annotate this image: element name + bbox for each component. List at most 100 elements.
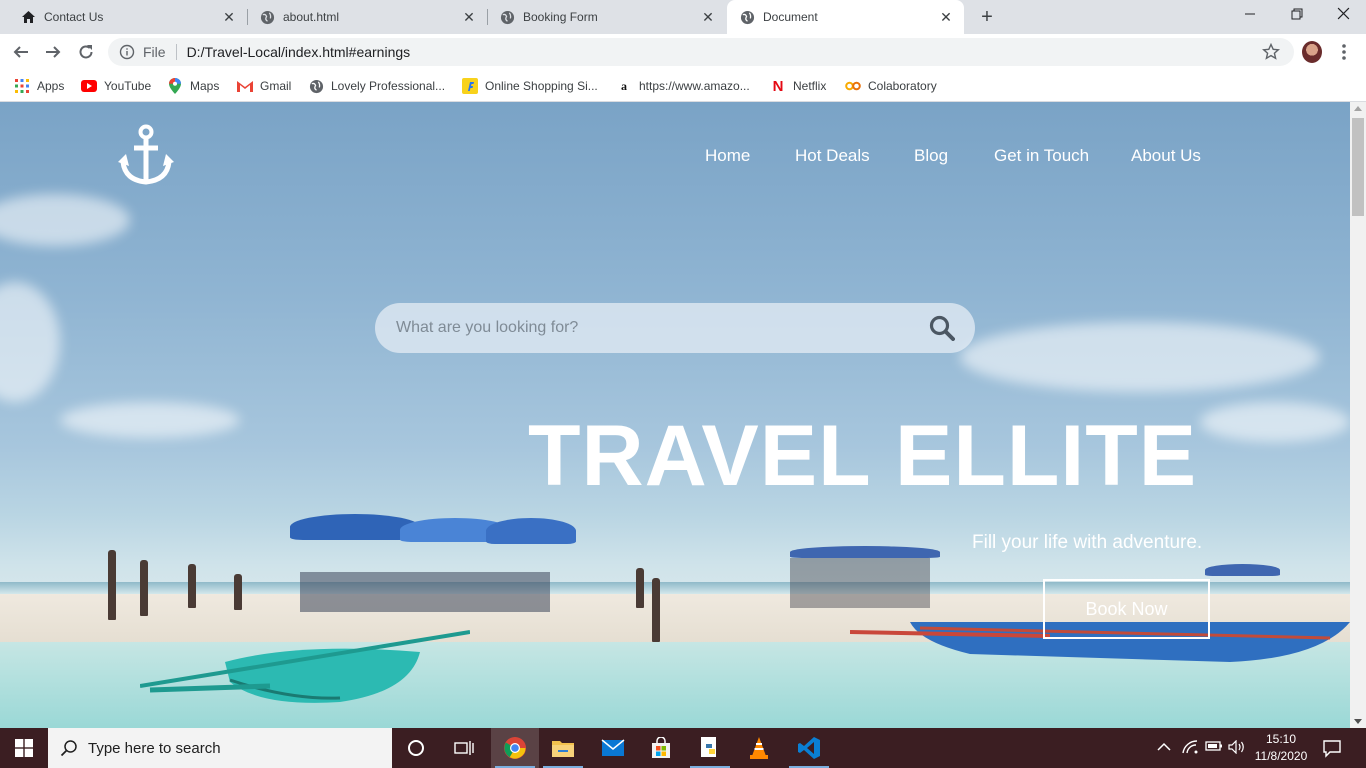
hero-tagline: Fill your life with adventure. — [972, 532, 1203, 553]
nav-get-in-touch[interactable]: Get in Touch — [994, 146, 1089, 166]
task-view-button[interactable] — [440, 728, 488, 768]
profile-avatar[interactable] — [1302, 41, 1322, 63]
store-bag-icon — [652, 737, 670, 758]
tab-title: Contact Us — [44, 10, 104, 24]
page-scrollbar[interactable] — [1350, 102, 1366, 728]
taskbar-vscode[interactable] — [785, 728, 833, 768]
person — [188, 564, 196, 608]
close-window-button[interactable] — [1331, 4, 1355, 26]
cloud — [0, 194, 130, 246]
taskbar-vlc[interactable] — [735, 728, 783, 768]
wifi-icon[interactable] — [1182, 740, 1198, 757]
close-icon[interactable]: ✕ — [700, 9, 716, 25]
nav-hot-deals[interactable]: Hot Deals — [795, 146, 870, 166]
bookmark-star-icon[interactable] — [1262, 43, 1280, 61]
battery-icon[interactable] — [1205, 740, 1223, 755]
close-icon[interactable]: ✕ — [461, 9, 477, 25]
forward-button[interactable] — [41, 40, 65, 64]
globe-icon — [308, 78, 324, 94]
minimize-button[interactable] — [1238, 4, 1262, 26]
nav-home[interactable]: Home — [705, 146, 750, 166]
back-button[interactable] — [9, 40, 33, 64]
taskbar-python[interactable] — [686, 728, 734, 768]
reload-icon — [79, 45, 93, 59]
task-view-icon — [454, 741, 474, 755]
taskbar-search-box[interactable]: Type here to search — [48, 728, 392, 768]
windows-taskbar: Type here to search 15:10 11/8/2020 — [0, 728, 1366, 768]
new-tab-button[interactable]: + — [976, 6, 998, 28]
maps-icon — [167, 78, 183, 94]
nav-about-us[interactable]: About Us — [1131, 146, 1201, 166]
arrow-right-icon — [46, 46, 61, 58]
beach-canopy — [790, 546, 940, 558]
action-center-icon[interactable] — [1322, 738, 1342, 758]
close-icon[interactable]: ✕ — [221, 9, 237, 25]
close-icon[interactable]: ✕ — [938, 9, 954, 25]
cloud — [1200, 402, 1350, 442]
clock-time: 15:10 — [1265, 732, 1297, 746]
nav-blog[interactable]: Blog — [914, 146, 948, 166]
site-search-input[interactable]: What are you looking for? — [375, 303, 975, 353]
arrow-left-icon — [13, 46, 28, 58]
start-button[interactable] — [0, 728, 48, 768]
bookmark-lovely-professional[interactable]: Lovely Professional... — [308, 77, 445, 95]
system-clock[interactable]: 15:10 11/8/2020 — [1248, 731, 1314, 765]
show-hidden-icons-chevron-icon[interactable] — [1157, 740, 1171, 755]
scroll-up-arrow-icon[interactable] — [1354, 106, 1362, 111]
tab-document[interactable]: Document ✕ — [727, 0, 964, 34]
address-bar[interactable]: File D:/Travel-Local/index.html#earnings — [108, 38, 1294, 66]
tab-title: Document — [763, 10, 818, 24]
taskbar-mail[interactable] — [589, 728, 637, 768]
anchor-logo-icon[interactable] — [118, 124, 174, 186]
bookmark-youtube[interactable]: YouTube — [81, 77, 151, 95]
restore-button[interactable] — [1285, 4, 1309, 26]
bookmark-label: Lovely Professional... — [331, 79, 446, 93]
tab-booking-form[interactable]: Booking Form ✕ — [487, 0, 726, 34]
bookmark-online-shopping[interactable]: Online Shopping Si... — [462, 77, 598, 95]
globe-icon — [499, 9, 515, 25]
bookmark-label: Apps — [37, 79, 65, 93]
tab-title: Booking Form — [523, 10, 598, 24]
person — [140, 560, 148, 616]
bookmark-label: Online Shopping Si... — [485, 79, 598, 93]
bookmark-apps[interactable]: Apps — [14, 77, 64, 95]
cortana-button[interactable] — [392, 728, 440, 768]
person — [652, 578, 660, 642]
scroll-down-arrow-icon[interactable] — [1354, 719, 1362, 724]
mail-icon — [601, 739, 625, 756]
taskbar-store[interactable] — [637, 728, 685, 768]
bookmark-label: Gmail — [260, 79, 292, 93]
bookmark-amazon[interactable]: a https://www.amazo... — [616, 77, 750, 95]
python-file-icon — [701, 737, 716, 757]
chrome-icon — [504, 737, 526, 759]
crowd — [300, 572, 550, 612]
tab-contact-us[interactable]: Contact Us ✕ — [0, 0, 248, 34]
browser-tab-bar: Contact Us ✕ about.html ✕ Booking Form ✕… — [0, 0, 1366, 34]
folder-icon — [552, 741, 574, 757]
amazon-icon: a — [621, 78, 627, 93]
bookmark-maps[interactable]: Maps — [167, 77, 219, 95]
bookmark-label: Netflix — [793, 79, 827, 93]
book-now-button[interactable]: Book Now — [1043, 579, 1210, 639]
cloud — [60, 402, 240, 438]
bookmark-netflix[interactable]: N Netflix — [770, 77, 827, 95]
vscode-icon — [798, 737, 820, 759]
youtube-icon — [81, 78, 97, 94]
hero-title: TRAVEL ELLITE — [528, 408, 1198, 504]
more-vert-icon[interactable] — [1336, 43, 1352, 61]
bookmark-label: YouTube — [104, 79, 152, 93]
url-text[interactable]: D:/Travel-Local/index.html#earnings — [187, 44, 411, 60]
info-icon[interactable] — [119, 44, 135, 60]
vlc-cone-icon — [750, 737, 768, 759]
scrollbar-thumb[interactable] — [1352, 118, 1364, 216]
search-icon[interactable] — [929, 315, 955, 341]
reload-button[interactable] — [74, 40, 98, 64]
bookmark-gmail[interactable]: Gmail — [237, 77, 291, 95]
taskbar-file-explorer[interactable] — [539, 728, 587, 768]
person — [234, 574, 242, 610]
volume-icon[interactable] — [1228, 739, 1246, 757]
tab-about[interactable]: about.html ✕ — [247, 0, 488, 34]
home-icon — [20, 9, 36, 25]
taskbar-chrome[interactable] — [491, 728, 539, 768]
bookmark-colaboratory[interactable]: Colaboratory — [845, 77, 937, 95]
